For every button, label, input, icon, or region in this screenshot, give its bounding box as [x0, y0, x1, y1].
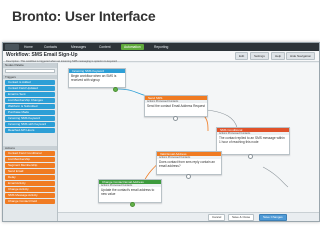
workflow-title: Workflow: SMS Email Sign-Up: [6, 52, 78, 58]
cancel-button[interactable]: Cancel: [208, 214, 226, 221]
save-changes-button[interactable]: Save Changes: [259, 214, 287, 221]
hide-navigation-button[interactable]: Hide Navigation: [286, 52, 316, 60]
tab-contacts[interactable]: Contacts: [41, 44, 60, 50]
palette-action[interactable]: Change Contact Field: [5, 199, 55, 204]
palette-action[interactable]: Change Activity: [5, 187, 55, 192]
connector-handle[interactable]: [173, 116, 178, 121]
palette-action[interactable]: Delay: [5, 175, 55, 180]
tab-content[interactable]: Content: [96, 44, 114, 50]
palette-action[interactable]: SMS Message Activity: [5, 193, 55, 198]
workflow-canvas[interactable]: Incoming SMS Keyword Begin workflow when…: [58, 63, 319, 221]
palette-title: Nodes Palette: [3, 63, 57, 68]
palette-trigger[interactable]: Purchase Made: [5, 110, 55, 115]
tab-messages[interactable]: Messages: [68, 44, 89, 50]
connector-handle[interactable]: [186, 174, 191, 179]
palette-action[interactable]: Contact Field Conditional: [5, 151, 55, 156]
app-window: Home Contacts Messages Content Automatio…: [2, 42, 320, 222]
palette-trigger[interactable]: List Membership Changes: [5, 98, 55, 103]
node-body: Update the contact's email address to ne…: [101, 188, 155, 196]
node-sms-conditional[interactable]: SMS Conditional Actions Processed Contac…: [216, 127, 290, 155]
node-change-field[interactable]: Change Contact Email Address Actions Pro…: [98, 179, 162, 203]
triggers-heading: Triggers: [3, 75, 57, 79]
node-body: Begin workflow when an SMS is received w…: [71, 74, 117, 82]
node-incoming-sms[interactable]: Incoming SMS Keyword Begin workflow when…: [68, 68, 126, 88]
palette-search-input[interactable]: [5, 69, 55, 73]
node-body: Send the contact Email Address Request: [147, 104, 205, 108]
palette-trigger[interactable]: Contact is Added: [5, 80, 55, 85]
node-send-sms[interactable]: Send SMS Actions Processed Contacts Send…: [144, 95, 208, 117]
palette-trigger[interactable]: Incoming SMS with Keyword: [5, 122, 55, 127]
connector-handle[interactable]: [248, 154, 253, 159]
palette-trigger[interactable]: Reached API Hours: [5, 128, 55, 133]
tab-automation[interactable]: Automation: [121, 44, 144, 50]
palette-action[interactable]: Segment Membership: [5, 163, 55, 168]
nodes-palette: Nodes Palette Triggers Contact is Added …: [3, 63, 58, 221]
footer-bar: Cancel Save & Close Save Changes: [58, 212, 319, 221]
palette-trigger[interactable]: Email is Sent: [5, 92, 55, 97]
palette-trigger[interactable]: Contact Field Updated: [5, 86, 55, 91]
tab-home[interactable]: Home: [21, 44, 36, 50]
help-button[interactable]: Help: [271, 52, 286, 60]
node-body: The contact replied to an SMS message wi…: [219, 136, 285, 144]
top-nav: Home Contacts Messages Content Automatio…: [3, 43, 319, 51]
tab-reporting[interactable]: Reporting: [151, 44, 171, 50]
palette-action[interactable]: Send Email: [5, 169, 55, 174]
connector-handle[interactable]: [113, 87, 118, 92]
settings-button[interactable]: Settings: [250, 52, 269, 60]
palette-trigger[interactable]: Webform is Submitted: [5, 104, 55, 109]
logo-icon: [5, 44, 19, 50]
palette-trigger[interactable]: Incoming SMS Keyword: [5, 116, 55, 121]
save-close-button[interactable]: Save & Close: [228, 214, 255, 221]
palette-action[interactable]: Email Activity: [5, 181, 55, 186]
edit-button[interactable]: Edit: [235, 52, 249, 60]
connector-line: [262, 166, 289, 188]
node-body: Does contact from sms reply contain an e…: [159, 160, 215, 168]
slide-title: Bronto: User Interface: [12, 8, 156, 24]
connector-handle[interactable]: [130, 202, 135, 207]
palette-action[interactable]: List Membership: [5, 157, 55, 162]
node-valid-email[interactable]: Valid Email Address Actions Processed Co…: [156, 151, 222, 175]
actions-heading: Actions: [3, 146, 57, 150]
